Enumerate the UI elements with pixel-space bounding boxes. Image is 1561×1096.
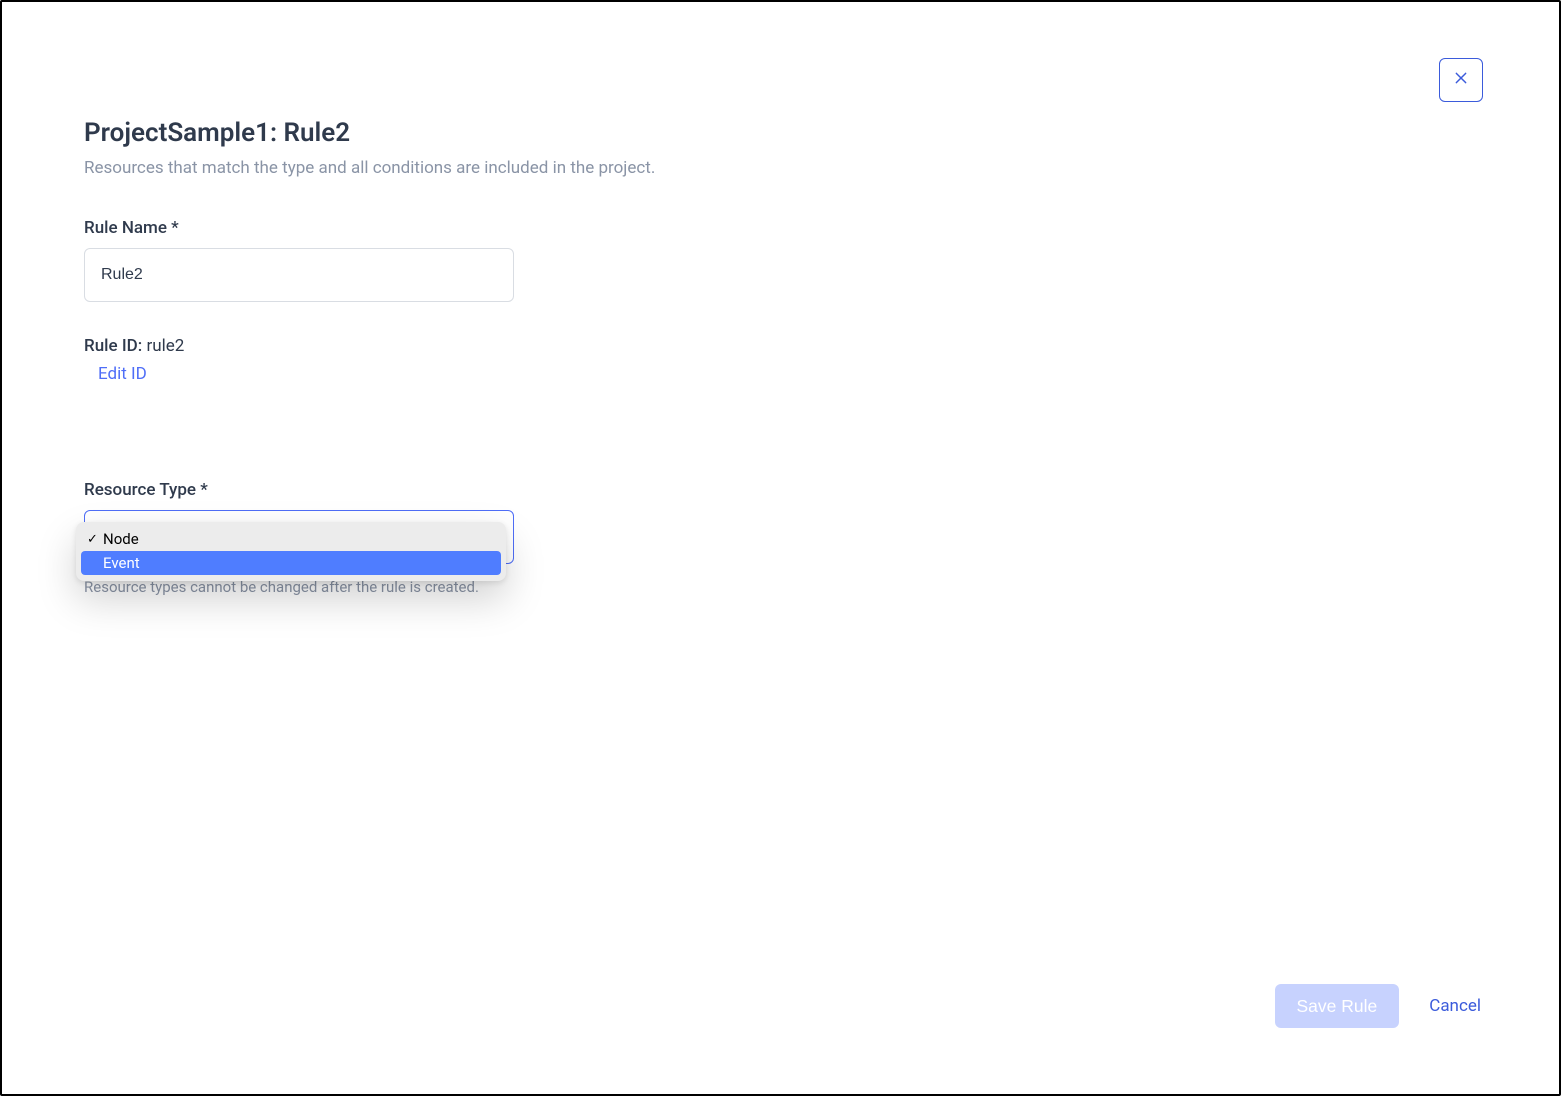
page-title: ProjectSample1: Rule2 xyxy=(84,118,726,148)
resource-type-dropdown: ✓ Node ✓ Event xyxy=(76,522,506,581)
save-rule-button[interactable]: Save Rule xyxy=(1275,984,1400,1028)
cancel-link[interactable]: Cancel xyxy=(1429,996,1481,1016)
dropdown-option-node[interactable]: ✓ Node xyxy=(81,527,501,551)
close-button[interactable] xyxy=(1439,58,1483,102)
dropdown-option-event[interactable]: ✓ Event xyxy=(81,551,501,575)
check-icon: ✓ xyxy=(87,556,103,571)
rule-name-input[interactable] xyxy=(84,248,514,302)
rule-id-label: Rule ID: xyxy=(84,336,142,356)
rule-name-label: Rule Name * xyxy=(84,218,514,238)
dropdown-option-label: Event xyxy=(103,554,140,572)
edit-id-link[interactable]: Edit ID xyxy=(98,364,147,384)
rule-id-line: Rule ID: rule2 xyxy=(84,336,726,356)
check-icon: ✓ xyxy=(87,532,103,547)
resource-type-label: Resource Type * xyxy=(84,480,514,500)
page-subtitle: Resources that match the type and all co… xyxy=(84,158,726,178)
dropdown-option-label: Node xyxy=(103,530,139,548)
rule-id-value: rule2 xyxy=(146,336,184,356)
close-icon xyxy=(1453,70,1469,90)
